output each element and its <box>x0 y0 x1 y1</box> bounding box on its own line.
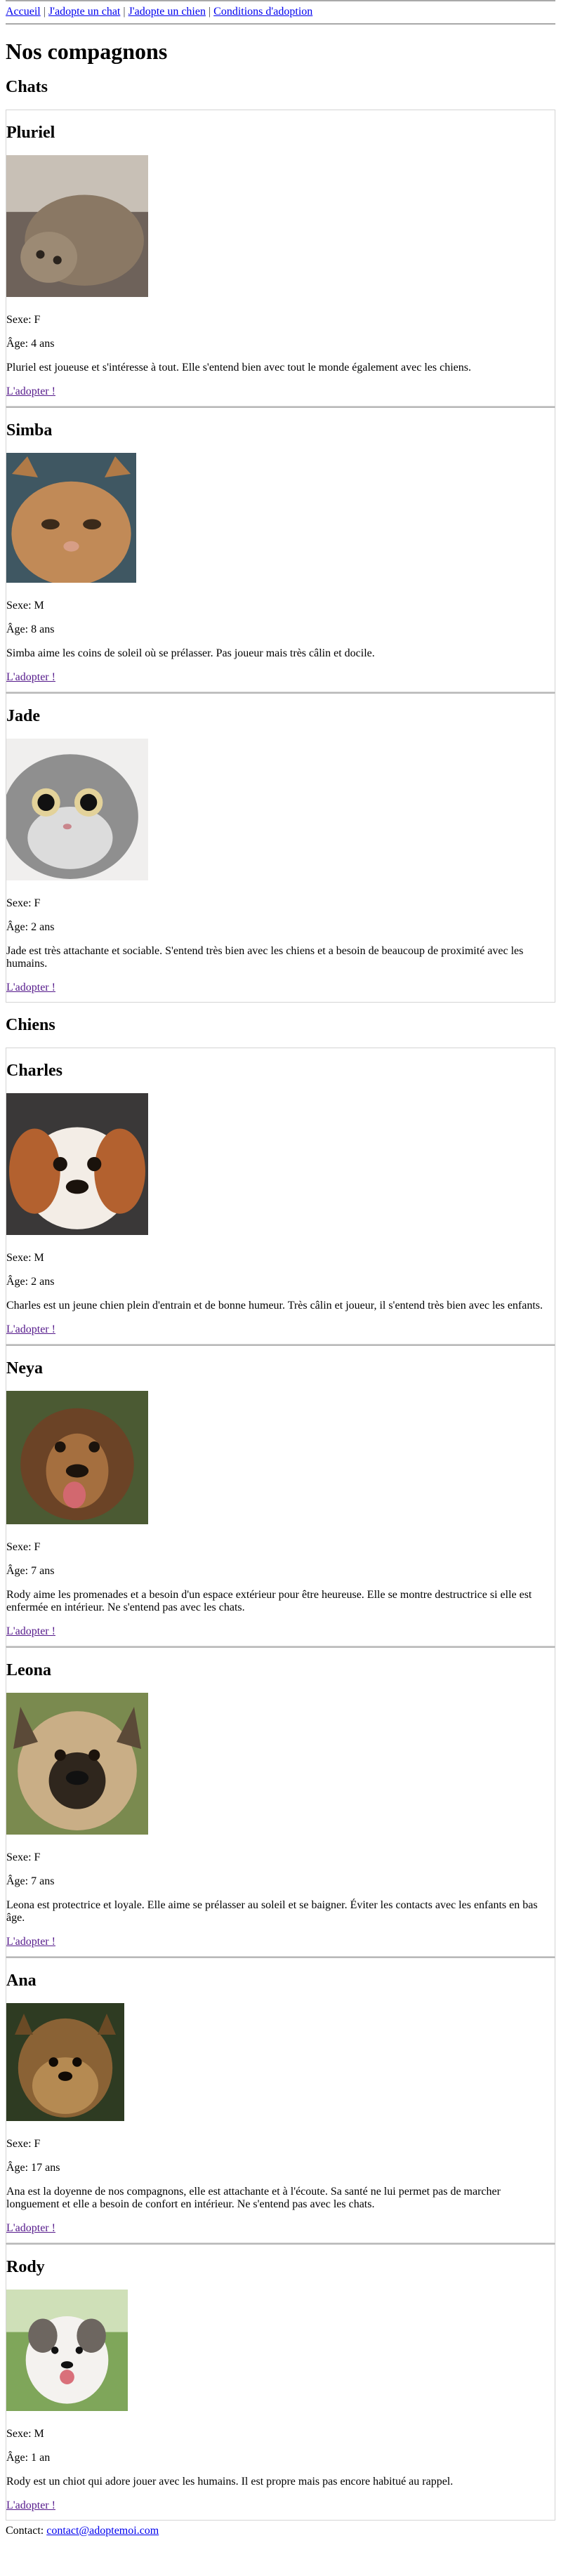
white-puppy-photo <box>6 2290 555 2415</box>
adopt-link[interactable]: L'adopter ! <box>6 1323 55 1335</box>
animal-description: Jade est très attachante et sociable. S'… <box>6 945 524 970</box>
animal-sex: Sexe: F <box>6 897 41 909</box>
page: Accueil | J'adopte un chat | J'adopte un… <box>0 0 561 2537</box>
adopt-link[interactable]: L'adopter ! <box>6 1625 55 1637</box>
animal-description: Ana est la doyenne de nos compagnons, el… <box>6 2186 501 2210</box>
animal-name: Jade <box>6 707 40 725</box>
tan-shepherd-dog-photo <box>6 1693 555 1838</box>
cats-list: Pluriel Sexe: F Âge: 4 ans Pluriel est j… <box>6 110 555 1003</box>
adopt-link[interactable]: L'adopter ! <box>6 982 55 993</box>
animal-card: Ana Sexe: F Âge: 17 ans Ana est la doyen… <box>6 1957 555 2243</box>
adopt-link[interactable]: L'adopter ! <box>6 385 55 397</box>
adopt-link-row: L'adopter ! <box>6 2499 555 2512</box>
animal-name: Simba <box>6 421 53 440</box>
animal-description: Leona est protectrice et loyale. Elle ai… <box>6 1899 538 1924</box>
ginger-persian-cat-photo <box>6 453 555 586</box>
page-title: Nos compagnons <box>6 39 168 64</box>
nav-accueil-link[interactable]: Accueil <box>6 6 41 18</box>
tabby-cat-photo <box>6 155 555 300</box>
animal-card: Charles Sexe: M Âge: 2 ans Charles est u… <box>6 1048 555 1345</box>
animal-name: Leona <box>6 1661 52 1679</box>
adopt-link-row: L'adopter ! <box>6 1936 555 1948</box>
animal-sex: Sexe: F <box>6 1851 41 1863</box>
brown-shepherd-dog-photo <box>6 1391 555 1528</box>
animal-card: Simba Sexe: M Âge: 8 ans Simba aime les … <box>6 407 555 692</box>
animal-name: Rody <box>6 2258 45 2276</box>
animal-card: Rody Sexe: M Âge: 1 an Rody est un chiot… <box>6 2243 555 2521</box>
dogs-section-title: Chiens <box>6 1016 55 1034</box>
animal-age: Âge: 2 ans <box>6 921 55 933</box>
cats-section-title: Chats <box>6 78 48 96</box>
main-nav: Accueil | J'adopte un chat | J'adopte un… <box>6 1 555 23</box>
adopt-link[interactable]: L'adopter ! <box>6 1936 55 1948</box>
animal-age: Âge: 17 ans <box>6 2162 60 2174</box>
contact-email-link[interactable]: contact@adoptemoi.com <box>46 2525 159 2537</box>
nav-separator: | <box>208 6 211 18</box>
nav-separator: | <box>43 6 46 18</box>
animal-description: Charles est un jeune chien plein d'entra… <box>6 1300 543 1312</box>
nav-separator: | <box>123 6 126 18</box>
adopt-link-row: L'adopter ! <box>6 671 555 684</box>
adopt-link-row: L'adopter ! <box>6 982 555 994</box>
adopt-link-row: L'adopter ! <box>6 1625 555 1638</box>
nav-adopt-cat-link[interactable]: J'adopte un chat <box>48 6 120 18</box>
adopt-link[interactable]: L'adopter ! <box>6 2499 55 2511</box>
cavalier-puppy-photo <box>6 1093 555 1239</box>
dogs-list: Charles Sexe: M Âge: 2 ans Charles est u… <box>6 1048 555 2521</box>
adopt-link-row: L'adopter ! <box>6 385 555 398</box>
animal-card: Neya Sexe: F Âge: 7 ans Rody aime les pr… <box>6 1345 555 1646</box>
animal-name: Charles <box>6 1062 62 1080</box>
animal-age: Âge: 7 ans <box>6 1565 55 1577</box>
animal-age: Âge: 8 ans <box>6 623 55 635</box>
adopt-link[interactable]: L'adopter ! <box>6 2222 55 2234</box>
grey-longhair-cat-photo <box>1 739 555 884</box>
nav-divider <box>6 23 555 25</box>
footer: Contact: contact@adoptemoi.com <box>6 2525 555 2537</box>
animal-sex: Sexe: M <box>6 2428 44 2440</box>
animal-sex: Sexe: M <box>6 1252 44 1264</box>
animal-description: Rody aime les promenades et a besoin d'u… <box>6 1589 532 1613</box>
animal-description: Rody est un chiot qui adore jouer avec l… <box>6 2476 454 2488</box>
animal-description: Pluriel est joueuse et s'intéresse à tou… <box>6 362 471 374</box>
adopt-link-row: L'adopter ! <box>6 2222 555 2235</box>
nav-adopt-dog-link[interactable]: J'adopte un chien <box>128 6 206 18</box>
animal-description: Simba aime les coins de soleil où se pré… <box>6 647 375 659</box>
animal-sex: Sexe: F <box>6 2138 41 2150</box>
animal-age: Âge: 2 ans <box>6 1276 55 1288</box>
animal-age: Âge: 4 ans <box>6 338 55 350</box>
animal-sex: Sexe: F <box>6 1541 41 1553</box>
adopt-link[interactable]: L'adopter ! <box>6 671 55 683</box>
animal-card: Jade Sexe: F Âge: 2 ans Jade est très at… <box>1 692 555 1003</box>
animal-name: Neya <box>6 1359 43 1378</box>
animal-name: Pluriel <box>6 124 55 142</box>
nav-conditions-link[interactable]: Conditions d'adoption <box>213 6 312 18</box>
adopt-link-row: L'adopter ! <box>6 1323 555 1336</box>
yorkshire-terrier-photo <box>6 2003 555 2125</box>
animal-card: Pluriel Sexe: F Âge: 4 ans Pluriel est j… <box>6 110 555 407</box>
animal-age: Âge: 7 ans <box>6 1875 55 1887</box>
animal-sex: Sexe: F <box>6 314 41 326</box>
contact-label: Contact: <box>6 2525 44 2537</box>
animal-name: Ana <box>6 1971 37 1990</box>
animal-sex: Sexe: M <box>6 600 44 612</box>
animal-card: Leona Sexe: F Âge: 7 ans Leona est prote… <box>6 1646 555 1957</box>
animal-age: Âge: 1 an <box>6 2452 51 2464</box>
